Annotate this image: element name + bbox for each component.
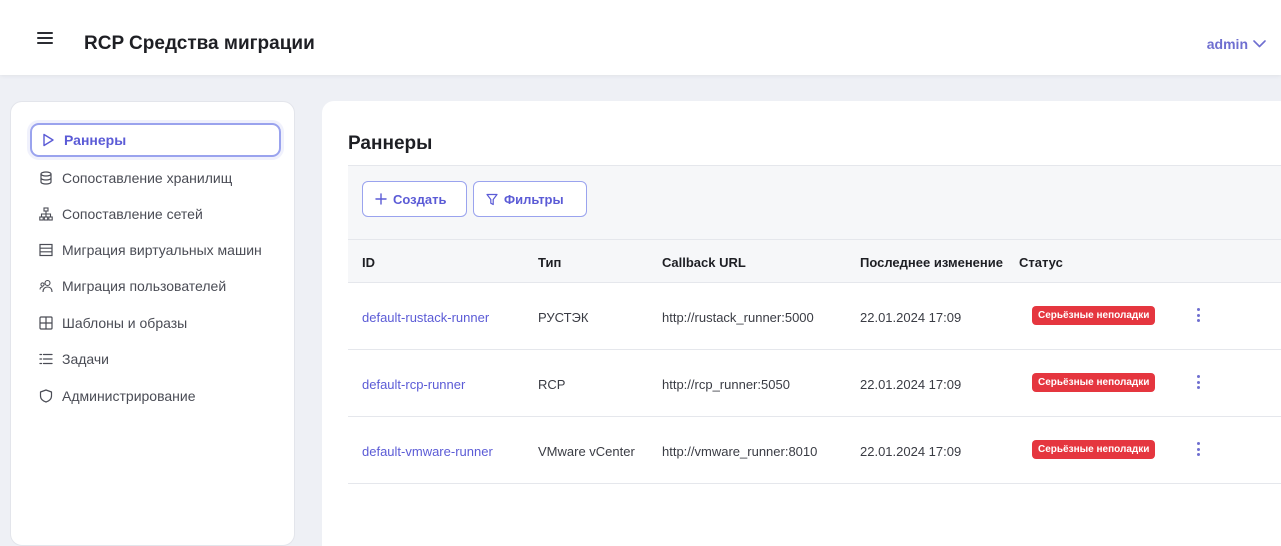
status-badge: Серьёзные неполадки <box>1032 306 1156 325</box>
sidebar-item-templates[interactable]: Шаблоны и образы <box>30 306 281 340</box>
play-outline-icon <box>41 133 55 147</box>
user-name: admin <box>1206 36 1248 52</box>
shield-icon <box>39 389 53 403</box>
app-title: RCP Средства миграции <box>84 33 315 54</box>
column-header-modified[interactable]: Последнее изменение <box>860 255 1003 270</box>
sidebar-item-label: Миграция пользователей <box>62 278 227 294</box>
top-bar: RCP Средства миграции admin <box>0 0 1281 75</box>
column-header-type[interactable]: Тип <box>538 255 561 270</box>
grid-icon <box>39 316 53 330</box>
runner-type: РУСТЭК <box>538 310 589 325</box>
runner-type: VMware vCenter <box>538 444 635 459</box>
runner-type: RCP <box>538 377 566 392</box>
column-header-callback-url[interactable]: Callback URL <box>662 255 746 270</box>
runner-id-link[interactable]: default-rcp-runner <box>362 377 465 392</box>
runner-callback-url: http://rustack_runner:5000 <box>662 310 814 325</box>
toolbar: Создать Фильтры <box>348 165 1281 239</box>
page-title: Раннеры <box>348 133 433 154</box>
table-header: ID Тип Callback URL Последнее изменение … <box>348 239 1281 283</box>
sidebar-item-tasks[interactable]: Задачи <box>30 342 281 376</box>
create-button[interactable]: Создать <box>362 181 467 217</box>
sidebar-item-label: Раннеры <box>64 132 127 148</box>
filter-icon <box>486 193 498 205</box>
status-badge: Серьёзные неполадки <box>1032 373 1156 392</box>
sidebar: Раннеры Сопоставление хранилищ Сопоставл… <box>10 101 295 546</box>
network-icon <box>39 207 53 221</box>
column-header-status[interactable]: Статус <box>1019 255 1063 270</box>
sidebar-item-label: Миграция виртуальных машин <box>62 242 262 258</box>
sidebar-item-vm-migration[interactable]: Миграция виртуальных машин <box>30 233 281 267</box>
filter-button[interactable]: Фильтры <box>473 181 587 217</box>
table-row: default-rcp-runner RCP http://rcp_runner… <box>348 350 1281 417</box>
sidebar-item-user-migration[interactable]: Миграция пользователей <box>30 269 281 303</box>
sidebar-item-label: Сопоставление сетей <box>62 206 203 222</box>
sidebar-item-storage-mapping[interactable]: Сопоставление хранилищ <box>30 161 281 195</box>
runner-callback-url: http://rcp_runner:5050 <box>662 377 790 392</box>
table-row: default-rustack-runner РУСТЭК http://rus… <box>348 283 1281 350</box>
users-icon <box>39 279 53 293</box>
sidebar-item-label: Шаблоны и образы <box>62 315 188 331</box>
sidebar-item-network-mapping[interactable]: Сопоставление сетей <box>30 197 281 231</box>
filter-button-label: Фильтры <box>504 191 564 207</box>
create-button-label: Создать <box>393 191 447 207</box>
row-actions-icon[interactable] <box>1193 440 1203 458</box>
sidebar-item-admin[interactable]: Администрирование <box>30 379 281 413</box>
column-header-id[interactable]: ID <box>362 255 375 270</box>
main-content: Раннеры Создать Фильтры ID Тип Callback … <box>322 101 1281 546</box>
status-badge: Серьёзные неполадки <box>1032 440 1156 459</box>
runners-table: ID Тип Callback URL Последнее изменение … <box>348 239 1281 484</box>
sidebar-item-label: Задачи <box>62 351 110 367</box>
user-menu[interactable]: admin <box>1207 36 1266 52</box>
database-icon <box>39 171 53 185</box>
sidebar-item-label: Сопоставление хранилищ <box>62 170 233 186</box>
row-actions-icon[interactable] <box>1193 306 1203 324</box>
sidebar-item-label: Администрирование <box>62 388 196 404</box>
runner-modified: 22.01.2024 17:09 <box>860 310 962 325</box>
runner-id-link[interactable]: default-vmware-runner <box>362 444 493 459</box>
list-icon <box>39 352 53 366</box>
runner-id-link[interactable]: default-rustack-runner <box>362 310 489 325</box>
runner-modified: 22.01.2024 17:09 <box>860 377 962 392</box>
chevron-down-icon <box>1253 40 1266 48</box>
table-row: default-vmware-runner VMware vCenter htt… <box>348 417 1281 484</box>
sidebar-item-runners[interactable]: Раннеры <box>30 123 281 157</box>
row-actions-icon[interactable] <box>1193 373 1203 391</box>
hamburger-icon[interactable] <box>37 32 53 44</box>
runner-callback-url: http://vmware_runner:8010 <box>662 444 818 459</box>
runner-modified: 22.01.2024 17:09 <box>860 444 962 459</box>
plus-icon <box>375 193 387 205</box>
server-icon <box>39 243 53 257</box>
